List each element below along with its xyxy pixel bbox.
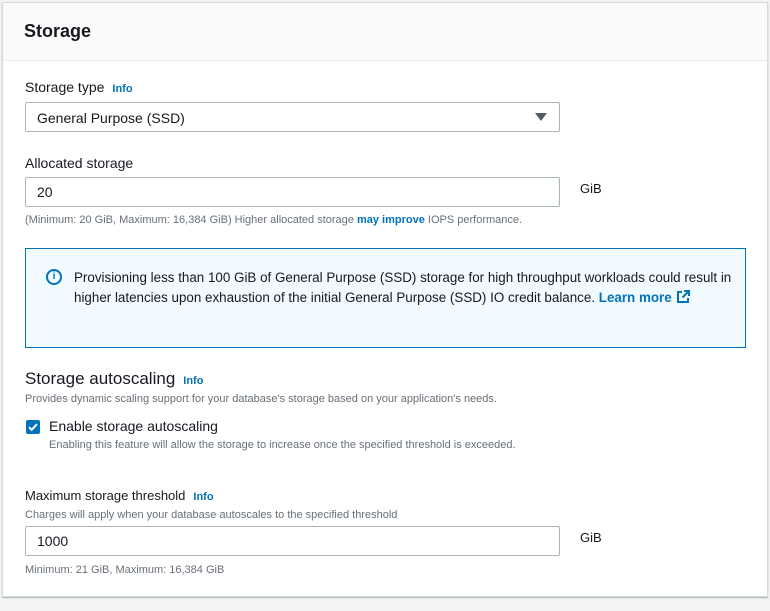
max-threshold-hint: Minimum: 21 GiB, Maximum: 16,384 GiB xyxy=(25,564,225,576)
allocated-storage-hint-suffix: IOPS performance. xyxy=(424,214,523,226)
enable-autoscaling-label[interactable]: Enable storage autoscaling xyxy=(49,418,218,434)
external-link-icon xyxy=(676,290,690,303)
allocated-storage-unit: GiB xyxy=(580,181,602,196)
enable-autoscaling-checkbox[interactable] xyxy=(26,420,40,434)
caret-down-icon xyxy=(535,113,547,121)
learn-more-link[interactable]: Learn more xyxy=(599,290,690,305)
storage-panel: Storage Storage type Info General Purpose… xyxy=(2,2,768,597)
max-threshold-input[interactable]: 1000 xyxy=(25,526,560,556)
info-alert: i Provisioning less than 100 GiB of Gene… xyxy=(25,248,746,348)
allocated-storage-label: Allocated storage xyxy=(25,155,134,171)
storage-type-field-label: Storage type Info xyxy=(25,79,133,95)
max-threshold-info-link[interactable]: Info xyxy=(193,491,213,503)
enable-autoscaling-help: Enabling this feature will allow the sto… xyxy=(49,439,516,451)
autoscaling-description: Provides dynamic scaling support for you… xyxy=(25,393,497,405)
autoscaling-title: Storage autoscaling xyxy=(25,369,176,388)
info-circle-icon: i xyxy=(46,269,62,285)
storage-type-selected-value: General Purpose (SSD) xyxy=(37,110,185,126)
max-threshold-label: Maximum storage threshold xyxy=(25,488,186,503)
storage-type-select[interactable]: General Purpose (SSD) xyxy=(25,102,560,132)
panel-title: Storage xyxy=(24,21,92,41)
storage-type-info-link[interactable]: Info xyxy=(112,83,132,95)
checkmark-icon xyxy=(28,423,38,432)
learn-more-label: Learn more xyxy=(598,290,672,305)
allocated-storage-hint-emphasis: may improve xyxy=(356,214,425,226)
allocated-storage-input[interactable]: 20 xyxy=(25,177,560,207)
panel-header: Storage xyxy=(3,3,767,61)
storage-type-label: Storage type xyxy=(25,79,105,95)
max-threshold-description: Charges will apply when your database au… xyxy=(25,509,398,521)
allocated-storage-hint-prefix: (Minimum: 20 GiB, Maximum: 16,384 GiB) H… xyxy=(25,214,357,226)
autoscaling-info-link[interactable]: Info xyxy=(183,375,203,387)
allocated-storage-hint: (Minimum: 20 GiB, Maximum: 16,384 GiB) H… xyxy=(25,214,522,226)
autoscaling-heading: Storage autoscaling Info xyxy=(25,369,203,389)
max-threshold-unit: GiB xyxy=(580,530,602,545)
alert-message: Provisioning less than 100 GiB of Genera… xyxy=(74,268,734,308)
max-threshold-field-label: Maximum storage threshold Info xyxy=(25,488,214,503)
